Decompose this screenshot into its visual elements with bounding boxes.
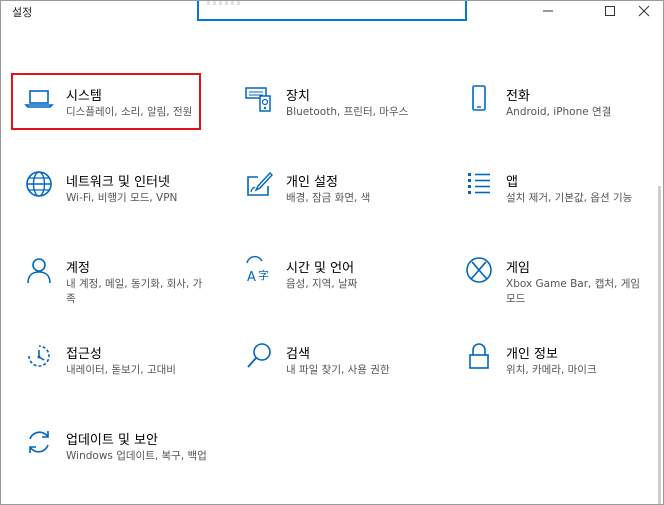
category-privacy[interactable]: 개인 정보 위치, 카메라, 마이크 [453, 333, 653, 397]
category-name: 전화 [506, 89, 530, 104]
apps-list-icon [464, 169, 494, 199]
category-description: 음성, 지역, 날짜 [286, 278, 358, 290]
search-icon [244, 341, 274, 371]
svg-text:字: 字 [258, 268, 269, 282]
category-devices[interactable]: 장치 Bluetooth, 프린터, 마우스 [233, 75, 433, 139]
category-name: 업데이트 및 보안 [66, 433, 158, 448]
category-description: 내 파일 찾기, 사용 권한 [286, 364, 390, 376]
vertical-scrollbar[interactable] [658, 186, 661, 504]
language-icon: A 字 [244, 255, 274, 285]
xbox-icon [464, 255, 494, 285]
accessibility-icon [24, 341, 54, 371]
category-name: 앱 [506, 175, 518, 190]
category-name: 개인 정보 [506, 347, 558, 362]
category-personalization[interactable]: 개인 설정 배경, 잠금 화면, 색 [233, 161, 433, 225]
category-name: 검색 [286, 347, 310, 362]
category-name: 시간 및 언어 [286, 261, 355, 276]
selection-highlight-frame [11, 73, 201, 130]
category-name: 네트워크 및 인터넷 [66, 175, 170, 190]
globe-icon [24, 169, 54, 199]
category-ease-of-access[interactable]: 접근성 내레이터, 돋보기, 고대비 [13, 333, 213, 397]
update-icon [24, 427, 54, 457]
category-description: Android, iPhone 연결 [506, 106, 612, 118]
phone-icon [464, 83, 494, 113]
svg-text:A: A [247, 270, 256, 285]
category-accounts[interactable]: 계정 내 계정, 메일, 동기화, 회사, 가족 [13, 247, 213, 311]
category-description: 내 계정, 메일, 동기화, 회사, 가족 [66, 278, 203, 305]
category-description: Wi-Fi, 비행기 모드, VPN [66, 192, 178, 204]
category-gaming[interactable]: 게임 Xbox Game Bar, 캡처, 게임 모드 [453, 247, 653, 311]
category-description: Bluetooth, 프린터, 마우스 [286, 106, 409, 118]
category-apps[interactable]: 앱 설치 제거, 기본값, 옵션 기능 [453, 161, 653, 225]
category-description: Xbox Game Bar, 캡처, 게임 모드 [506, 278, 641, 305]
category-description: 내레이터, 돋보기, 고대비 [66, 364, 176, 376]
category-description: 설치 제거, 기본값, 옵션 기능 [506, 192, 633, 204]
category-description: 배경, 잠금 화면, 색 [286, 192, 371, 204]
category-search[interactable]: 검색 내 파일 찾기, 사용 권한 [233, 333, 433, 397]
category-description: 위치, 카메라, 마이크 [506, 364, 597, 376]
settings-window: 설정 시스템 디스플레이, 소리, 알림, 전원 장치 Bluetooth, 프… [0, 0, 664, 505]
category-name: 게임 [506, 261, 530, 276]
category-name: 개인 설정 [286, 175, 338, 190]
category-update-security[interactable]: 업데이트 및 보안 Windows 업데이트, 복구, 백업 [13, 419, 213, 483]
category-network[interactable]: 네트워크 및 인터넷 Wi-Fi, 비행기 모드, VPN [13, 161, 213, 225]
category-name: 계정 [66, 261, 90, 276]
category-description: Windows 업데이트, 복구, 백업 [66, 450, 207, 462]
category-phone[interactable]: 전화 Android, iPhone 연결 [453, 75, 653, 139]
category-name: 장치 [286, 89, 310, 104]
lock-icon [464, 341, 494, 371]
devices-icon [244, 83, 274, 113]
category-time-language[interactable]: A 字 시간 및 언어 음성, 지역, 날짜 [233, 247, 433, 311]
category-name: 접근성 [66, 347, 102, 362]
paint-icon [244, 169, 274, 199]
person-icon [24, 255, 54, 285]
